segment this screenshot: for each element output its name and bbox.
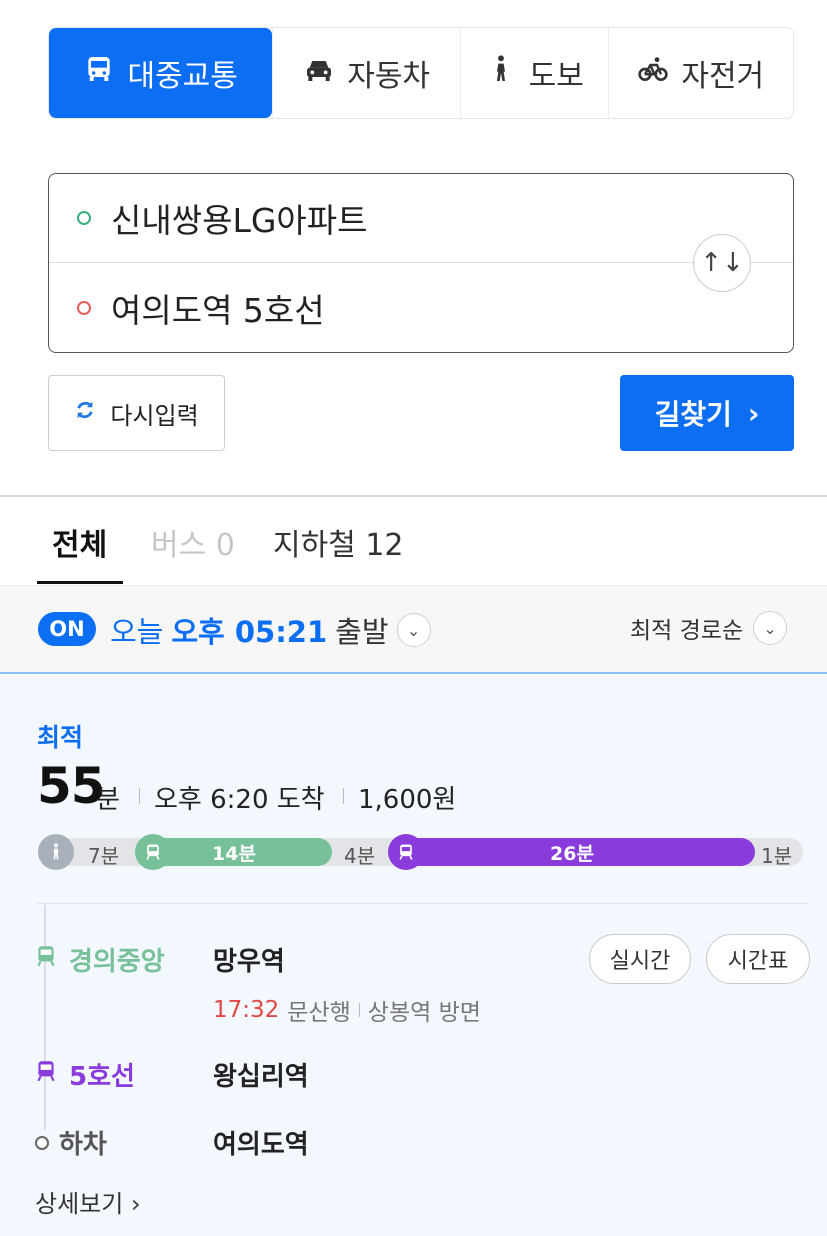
walk-icon <box>38 834 74 870</box>
train-icon <box>388 834 424 870</box>
swap-button[interactable]: ↑↓ <box>693 234 751 292</box>
tab-walk[interactable]: 도보 <box>459 28 608 118</box>
total-duration: 55 <box>37 757 106 815</box>
departure-time: 오후 05:21 <box>171 615 328 649</box>
train-icon <box>33 1058 59 1091</box>
duration-unit: 분 <box>96 785 120 815</box>
tab-label: 대중교통 <box>127 59 238 94</box>
active-tab-indicator <box>37 581 123 584</box>
realtime-button[interactable]: 실시간 <box>589 934 691 984</box>
tab-car[interactable]: 자동차 <box>272 28 460 118</box>
filter-tab-bus[interactable]: 버스 0 <box>151 520 235 564</box>
separator <box>139 788 140 804</box>
departure-day: 오늘 <box>110 615 164 649</box>
segment-walk-duration: 4분 <box>344 844 376 868</box>
line-name: 5호선 <box>69 1062 135 1092</box>
find-route-label: 길찾기 <box>654 398 732 431</box>
segment-duration: 14분 <box>212 842 256 865</box>
step-line-5: 5호선 <box>33 1056 135 1093</box>
realtime-on-badge[interactable]: ON <box>38 612 96 646</box>
origin-marker-icon <box>77 211 91 225</box>
card-divider <box>37 903 810 904</box>
bus-icon <box>83 53 115 93</box>
sort-label: 최적 경로순 <box>630 618 744 644</box>
step-alight: 하차 <box>35 1124 107 1161</box>
tab-label: 도보 <box>528 59 584 94</box>
destination-text: 여의도역 5호선 <box>111 290 325 330</box>
segment-walk-duration: 1분 <box>761 844 793 868</box>
chevron-right-icon: › <box>747 396 760 430</box>
train-icon <box>135 834 171 870</box>
destination-station: 여의도역 <box>213 1130 309 1160</box>
refresh-icon <box>74 399 96 427</box>
transfer-station: 왕십리역 <box>213 1062 309 1092</box>
chevron-down-icon: ⌄ <box>753 611 788 645</box>
chevron-down-icon: ⌄ <box>396 613 431 647</box>
tab-label: 자전거 <box>681 59 765 94</box>
fare: 1,600원 <box>358 785 457 815</box>
swap-icon: ↑↓ <box>700 248 744 278</box>
separator <box>358 1003 360 1017</box>
timetable-button[interactable]: 시간표 <box>706 934 810 984</box>
view-details-link[interactable]: 상세보기 › <box>35 1184 141 1219</box>
train-platform: 상봉역 방면 <box>367 1000 481 1026</box>
tab-label: 자동차 <box>347 59 431 94</box>
train-direction: 문산행 <box>287 1000 351 1026</box>
separator <box>343 788 344 804</box>
departure-suffix: 출발 <box>335 615 389 649</box>
tab-public-transit[interactable]: 대중교통 <box>49 28 273 118</box>
boarding-station: 망우역 <box>213 947 285 977</box>
alight-label: 하차 <box>59 1130 107 1160</box>
find-route-button[interactable]: 길찾기 › <box>620 375 794 451</box>
section-divider <box>0 495 827 497</box>
origin-text: 신내쌍용LG아파트 <box>111 201 368 240</box>
segment-duration: 26분 <box>550 842 594 865</box>
bike-icon <box>637 53 669 93</box>
walk-icon <box>485 53 517 93</box>
transport-mode-tabs: 대중교통 자동차 도보 자전거 <box>48 27 794 119</box>
origin-field[interactable]: 신내쌍용LG아파트 <box>49 174 793 263</box>
route-input-box: 신내쌍용LG아파트 여의도역 5호선 ↑↓ <box>48 173 794 353</box>
segment-walk-duration: 7분 <box>88 844 120 868</box>
route-timeline <box>44 905 46 1130</box>
segment-line5: 26분 <box>389 838 755 866</box>
reset-label: 다시입력 <box>110 401 199 430</box>
sort-selector[interactable]: 최적 경로순 ⌄ <box>630 611 788 645</box>
filter-tab-subway[interactable]: 지하철 12 <box>273 520 404 564</box>
arrival-time: 오후 6:20 도착 <box>154 785 325 815</box>
alight-marker-icon <box>35 1135 49 1150</box>
tab-bike[interactable]: 자전거 <box>607 28 794 118</box>
destination-field[interactable]: 여의도역 5호선 <box>49 263 793 352</box>
line-name: 경의중앙 <box>69 947 165 977</box>
destination-marker-icon <box>77 300 91 315</box>
best-route-tag: 최적 <box>37 723 84 752</box>
train-info: 17:32 문산행 상봉역 방면 <box>213 993 481 1027</box>
reset-button[interactable]: 다시입력 <box>48 375 225 451</box>
train-icon <box>33 943 59 976</box>
step-line-gyeongui: 경의중앙 <box>33 941 165 978</box>
filter-tab-all[interactable]: 전체 <box>52 520 107 564</box>
car-icon <box>303 53 335 93</box>
train-departure-time: 17:32 <box>213 997 280 1023</box>
departure-time-selector[interactable]: 오늘 오후 05:21 출발 ⌄ <box>110 609 431 651</box>
